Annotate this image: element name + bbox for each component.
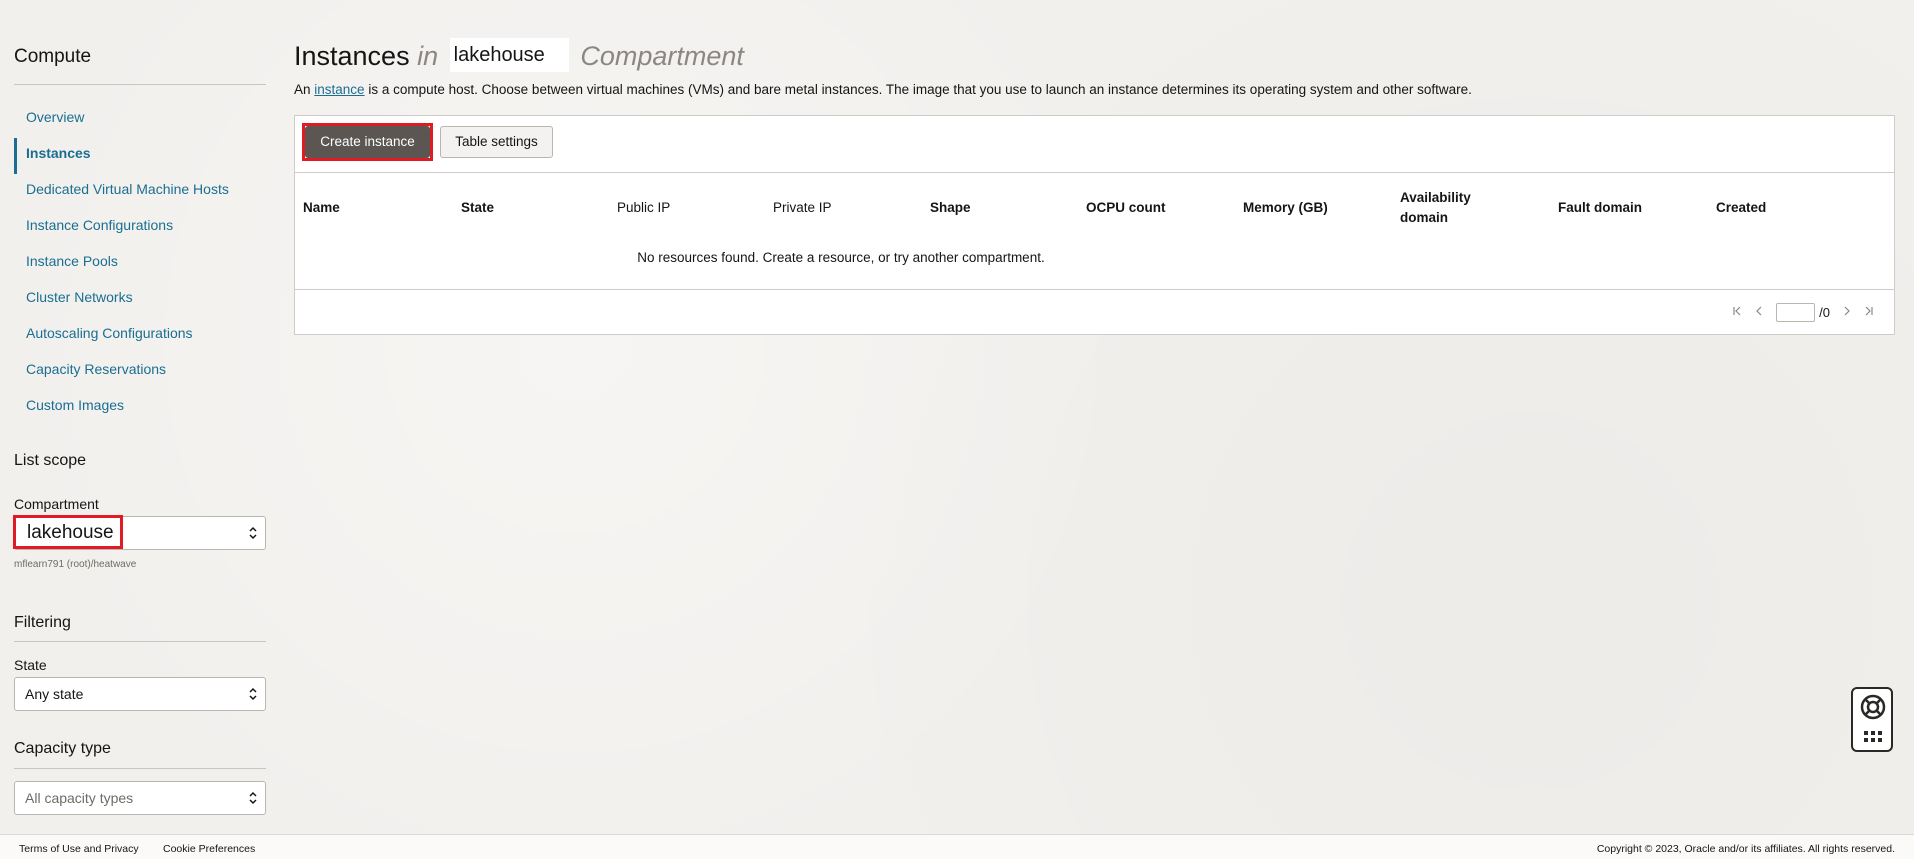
lifebuoy-icon bbox=[1860, 694, 1886, 720]
sidebar-item-overview[interactable]: Overview bbox=[14, 102, 266, 138]
sidebar-item-capacity-reservations[interactable]: Capacity Reservations bbox=[14, 354, 266, 390]
help-widget[interactable] bbox=[1851, 687, 1893, 752]
cookie-preferences-link[interactable]: Cookie Preferences bbox=[163, 843, 255, 855]
chevron-up-down-icon bbox=[249, 791, 257, 805]
instances-table-panel: Create instance Table settings Name Stat… bbox=[294, 115, 1895, 335]
divider bbox=[295, 289, 1894, 290]
last-page-icon[interactable] bbox=[1858, 305, 1880, 319]
sidebar-item-instance-configurations[interactable]: Instance Configurations bbox=[14, 210, 266, 246]
column-header-availability-domain[interactable]: Availability domain bbox=[1400, 182, 1500, 234]
column-header-fault-domain[interactable]: Fault domain bbox=[1558, 182, 1642, 234]
empty-state-message: No resources found. Create a resource, o… bbox=[637, 250, 1045, 265]
page-total: /0 bbox=[1819, 304, 1830, 320]
filtering-title: Filtering bbox=[14, 614, 71, 631]
compartment-path: mflearn791 (root)/heatwave bbox=[14, 559, 137, 570]
divider bbox=[295, 172, 1894, 173]
column-header-state[interactable]: State bbox=[461, 182, 494, 234]
column-header-shape[interactable]: Shape bbox=[930, 182, 971, 234]
page-title-suffix: Compartment bbox=[580, 41, 744, 71]
column-header-ocpu-count[interactable]: OCPU count bbox=[1086, 182, 1166, 234]
page-title-main: Instances bbox=[294, 41, 410, 71]
column-header-public-ip: Public IP bbox=[617, 200, 671, 215]
sidebar-nav: Overview Instances Dedicated Virtual Mac… bbox=[14, 102, 266, 426]
page-title: Instances in lakehouse Compartment bbox=[294, 38, 744, 72]
pagination: /0 bbox=[1726, 302, 1880, 322]
description-prefix: An bbox=[294, 82, 311, 97]
compartment-label: Compartment bbox=[14, 496, 99, 512]
table-header: Name State Public IP Private IP Shape OC… bbox=[295, 182, 1894, 234]
sidebar-title: Compute bbox=[14, 46, 92, 67]
page-number-input[interactable] bbox=[1776, 302, 1816, 322]
highlight-box bbox=[13, 515, 123, 549]
sidebar-item-instance-pools[interactable]: Instance Pools bbox=[14, 246, 266, 282]
column-header-name[interactable]: Name bbox=[303, 182, 340, 234]
capacity-type-title: Capacity type bbox=[14, 740, 111, 757]
prev-page-icon[interactable] bbox=[1748, 305, 1770, 319]
highlight-box bbox=[302, 123, 433, 161]
state-select-value: Any state bbox=[25, 686, 84, 702]
column-header-created[interactable]: Created bbox=[1716, 182, 1766, 234]
next-page-icon[interactable] bbox=[1836, 305, 1858, 319]
divider bbox=[14, 768, 266, 769]
column-header-memory[interactable]: Memory (GB) bbox=[1243, 182, 1328, 234]
terms-link[interactable]: Terms of Use and Privacy bbox=[19, 843, 139, 855]
list-scope-title: List scope bbox=[14, 452, 87, 469]
footer: Terms of Use and Privacy Cookie Preferen… bbox=[0, 834, 1914, 859]
sidebar-item-autoscaling-configurations[interactable]: Autoscaling Configurations bbox=[14, 318, 266, 354]
page-title-compartment: lakehouse bbox=[449, 38, 569, 72]
page-description: An instance is a compute host. Choose be… bbox=[294, 82, 1472, 97]
chevron-up-down-icon bbox=[249, 526, 257, 540]
instance-doc-link[interactable]: instance bbox=[314, 82, 364, 97]
capacity-type-select[interactable]: All capacity types bbox=[14, 781, 266, 815]
divider bbox=[14, 641, 266, 642]
compartment-select[interactable]: lakehouse bbox=[13, 515, 266, 550]
grid-dots-icon bbox=[1864, 731, 1882, 742]
table-settings-button[interactable]: Table settings bbox=[440, 126, 553, 158]
page-title-in: in bbox=[417, 41, 439, 71]
sidebar-item-custom-images[interactable]: Custom Images bbox=[14, 390, 266, 426]
first-page-icon[interactable] bbox=[1726, 305, 1748, 319]
chevron-up-down-icon bbox=[249, 687, 257, 701]
sidebar-item-cluster-networks[interactable]: Cluster Networks bbox=[14, 282, 266, 318]
divider bbox=[14, 84, 266, 85]
capacity-type-select-value: All capacity types bbox=[25, 790, 134, 806]
sidebar-item-instances[interactable]: Instances bbox=[14, 138, 266, 174]
column-header-private-ip: Private IP bbox=[773, 200, 832, 215]
state-label: State bbox=[14, 657, 47, 673]
description-text: is a compute host. Choose between virtua… bbox=[368, 82, 1472, 97]
state-select[interactable]: Any state bbox=[14, 677, 266, 711]
sidebar-item-dedicated-vm-hosts[interactable]: Dedicated Virtual Machine Hosts bbox=[14, 174, 266, 210]
copyright-text: Copyright © 2023, Oracle and/or its affi… bbox=[1596, 843, 1895, 855]
